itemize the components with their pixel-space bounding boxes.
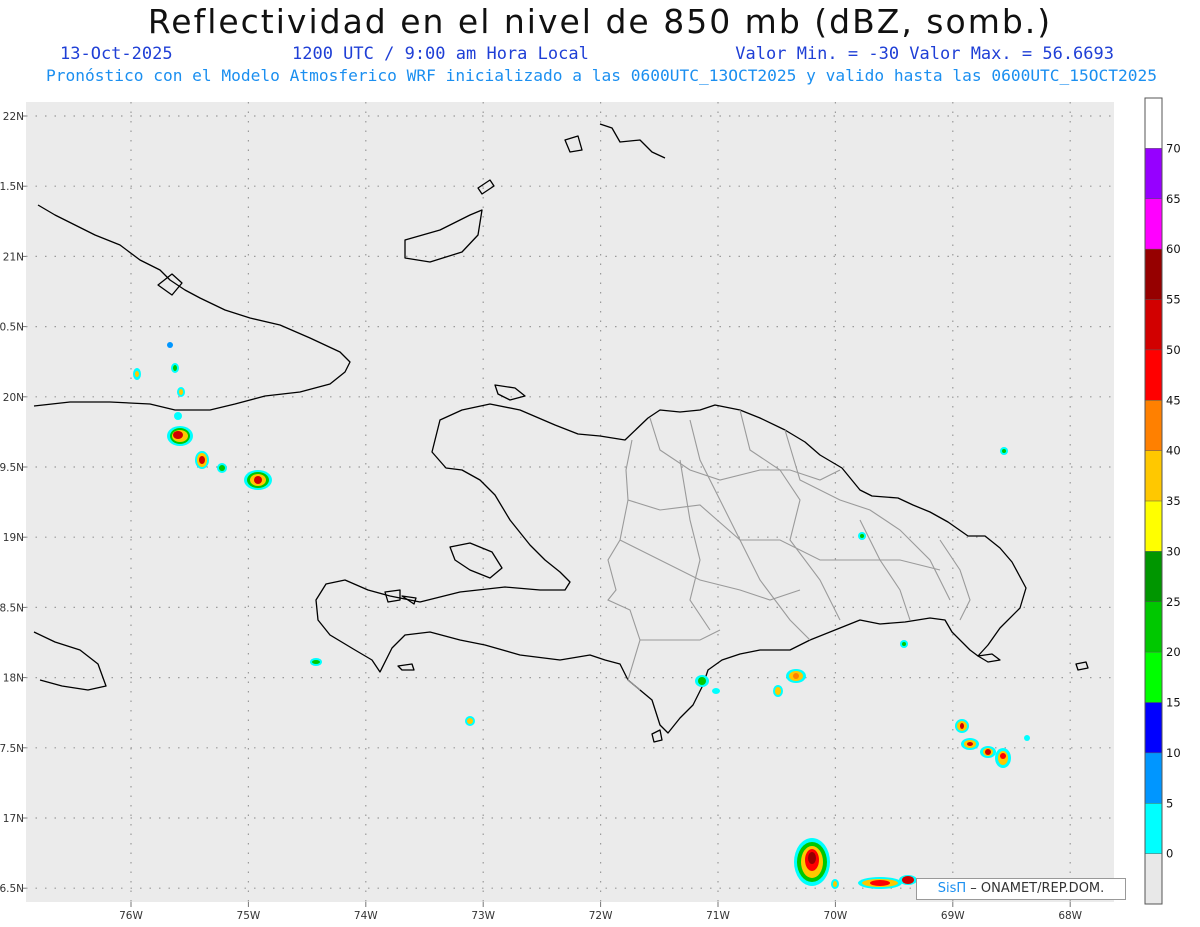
colorbar-bin: [1145, 249, 1162, 300]
colorbar-label: 25: [1166, 595, 1181, 609]
colorbar-label: 45: [1166, 393, 1181, 407]
colorbar-label: 70: [1166, 141, 1181, 155]
colorbar-bin: [1145, 702, 1162, 753]
colorbar-label: 5: [1166, 796, 1173, 810]
colorbar-label: 65: [1166, 192, 1181, 206]
credit-box: SisΠ – ONAMET/REP.DOM.: [916, 878, 1126, 900]
colorbar-bin: [1145, 601, 1162, 653]
colorbar-bin: [1145, 299, 1162, 350]
lat-label: 21N: [3, 251, 24, 263]
colorbar-label: 30: [1166, 544, 1181, 558]
map-background: [26, 102, 1114, 902]
lat-label: 17N: [3, 813, 24, 825]
lat-label: 18N: [3, 673, 24, 685]
lon-label: 74W: [354, 910, 378, 922]
latitude-labels: 22N 1.5N 21N 0.5N 20N 9.5N 19N 8.5N 18N 7.5N 17N 6.…: [0, 111, 26, 895]
colorbar: 0 5 10 15 20 25 30 35 40 45 50 55 60 65 70: [1144, 97, 1181, 905]
lat-label: 6.5N: [0, 883, 24, 895]
colorbar-bin: [1145, 652, 1162, 703]
colorbar-bin: [1145, 853, 1162, 904]
lon-label: 69W: [941, 910, 965, 922]
colorbar-label: 60: [1166, 242, 1181, 256]
lat-label: 0.5N: [0, 322, 24, 334]
lat-label: 22N: [3, 111, 24, 123]
colorbar-bin: [1145, 803, 1162, 854]
colorbar-bin: [1145, 148, 1162, 199]
colorbar-bin: [1145, 98, 1162, 149]
colorbar-bin: [1145, 551, 1162, 602]
lat-label: 7.5N: [0, 743, 24, 755]
colorbar-label: 15: [1166, 696, 1181, 710]
lat-label: 9.5N: [0, 462, 24, 474]
colorbar-label: 20: [1166, 645, 1181, 659]
reflectivity-map: 76W 75W 74W 73W 72W 71W 70W 69W 68W 22N 1.5N 21N 0.…: [0, 97, 1181, 922]
colorbar-label: 40: [1166, 444, 1181, 458]
credit-brand: SisΠ: [937, 881, 967, 896]
lat-label: 8.5N: [0, 602, 24, 614]
colorbar-label: 0: [1166, 847, 1173, 861]
lat-label: 1.5N: [0, 181, 24, 193]
lon-label: 73W: [471, 910, 495, 922]
colorbar-label: 55: [1166, 293, 1181, 307]
colorbar-bin: [1145, 501, 1162, 552]
lat-label: 20N: [3, 392, 24, 404]
lon-label: 71W: [706, 910, 730, 922]
colorbar-label: 35: [1166, 494, 1181, 508]
lon-label: 70W: [824, 910, 848, 922]
colorbar-bin: [1145, 349, 1162, 401]
colorbar-bin: [1145, 198, 1162, 250]
longitude-labels: 76W 75W 74W 73W 72W 71W 70W 69W 68W: [119, 902, 1083, 922]
lon-label: 68W: [1058, 910, 1082, 922]
colorbar-label: 50: [1166, 343, 1181, 357]
lon-label: 72W: [589, 910, 613, 922]
credit-text: – ONAMET/REP.DOM.: [966, 881, 1105, 896]
lat-label: 19N: [3, 532, 24, 544]
colorbar-bin: [1145, 400, 1162, 451]
colorbar-bin: [1145, 450, 1162, 501]
colorbar-label: 10: [1166, 746, 1181, 760]
colorbar-bin: [1145, 752, 1162, 804]
lon-label: 75W: [237, 910, 261, 922]
lon-label: 76W: [119, 910, 143, 922]
